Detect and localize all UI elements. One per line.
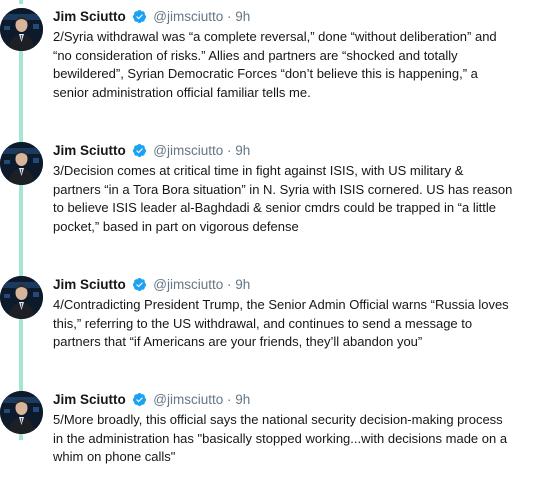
author-name[interactable]: Jim Sciutto: [53, 9, 126, 24]
author-handle[interactable]: @jimsciutto: [153, 392, 223, 407]
profile-photo-icon: [0, 276, 43, 319]
thread-connector-line: [19, 40, 23, 440]
verified-badge-icon: [132, 9, 147, 29]
verified-badge-icon: [132, 143, 147, 163]
avatar[interactable]: [0, 142, 43, 185]
author-name[interactable]: Jim Sciutto: [53, 277, 126, 292]
tweet-timestamp[interactable]: 9h: [235, 277, 250, 292]
author-handle[interactable]: @jimsciutto: [153, 9, 223, 24]
separator-dot: ·: [227, 392, 232, 407]
author-name[interactable]: Jim Sciutto: [53, 143, 126, 158]
profile-photo-icon: [0, 8, 43, 51]
tweet-header: Jim Sciutto @jimsciutto · 9h: [53, 142, 250, 160]
tweet-text: 5/More broadly, this official says the n…: [53, 412, 508, 464]
verified-badge-icon: [132, 277, 147, 297]
separator-dot: ·: [227, 143, 232, 158]
avatar[interactable]: [0, 8, 43, 51]
tweet-header: Jim Sciutto @jimsciutto · 9h: [53, 276, 250, 294]
profile-photo-icon: [0, 391, 43, 434]
avatar[interactable]: [0, 276, 43, 319]
thread-connector-top: [19, 0, 23, 4]
author-handle[interactable]: @jimsciutto: [153, 277, 223, 292]
author-name[interactable]: Jim Sciutto: [53, 392, 126, 407]
separator-dot: ·: [227, 277, 232, 292]
profile-photo-icon: [0, 142, 43, 185]
verified-badge-icon: [132, 392, 147, 412]
separator-dot: ·: [227, 9, 232, 24]
tweet-text: 4/Contradicting President Trump, the Sen…: [53, 297, 509, 349]
tweet-text: 3/Decision comes at critical time in fig…: [53, 163, 513, 234]
tweet-header: Jim Sciutto @jimsciutto · 9h: [53, 391, 250, 409]
tweet-header: Jim Sciutto @jimsciutto · 9h: [53, 8, 250, 26]
avatar[interactable]: [0, 391, 43, 434]
tweet-timestamp[interactable]: 9h: [235, 143, 250, 158]
tweet-text: 2/Syria withdrawal was “a complete rever…: [53, 29, 497, 100]
tweet-timestamp[interactable]: 9h: [235, 392, 250, 407]
tweet-timestamp[interactable]: 9h: [235, 9, 250, 24]
author-handle[interactable]: @jimsciutto: [153, 143, 223, 158]
